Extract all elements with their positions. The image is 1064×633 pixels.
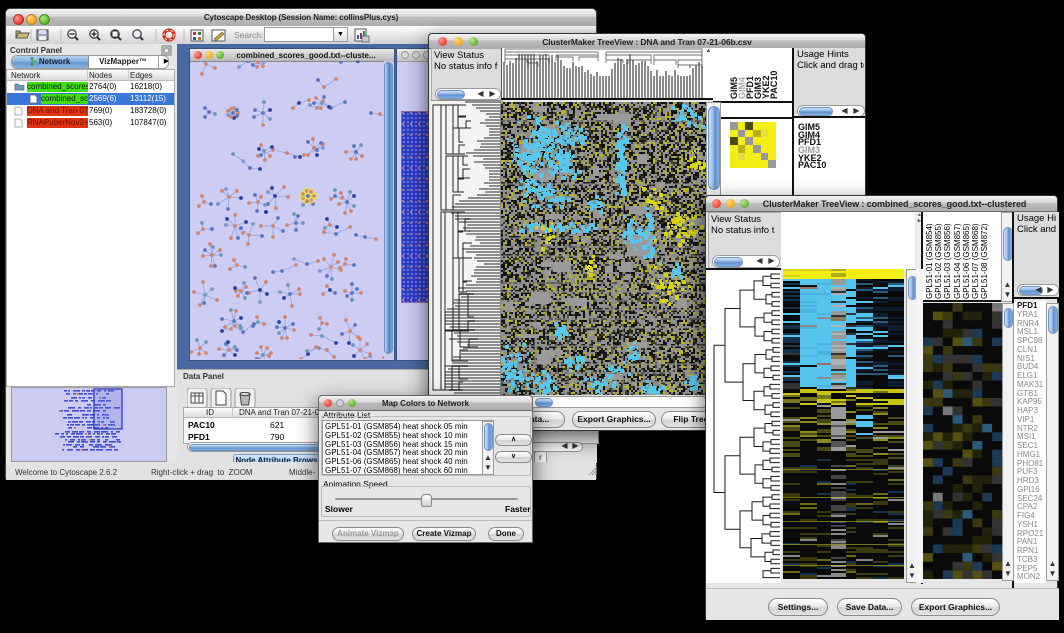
svg-text:GPL51-07 (GSM868): GPL51-07 (GSM868) — [971, 223, 980, 299]
svg-text:GPL51-08 (GSM872): GPL51-08 (GSM872) — [980, 223, 989, 299]
svg-text:GPL51-02 (GSM855): GPL51-02 (GSM855) — [934, 223, 943, 299]
svg-text:PAC10: PAC10 — [769, 71, 779, 99]
svg-text:GPL51-01 (GSM854): GPL51-01 (GSM854) — [925, 223, 934, 299]
svg-text:GPL51-03 (GSM856): GPL51-03 (GSM856) — [943, 223, 952, 299]
svg-text:GPL51-04 (GSM857): GPL51-04 (GSM857) — [953, 223, 962, 299]
svg-text:GPL51-06 (GSM865): GPL51-06 (GSM865) — [962, 223, 971, 299]
